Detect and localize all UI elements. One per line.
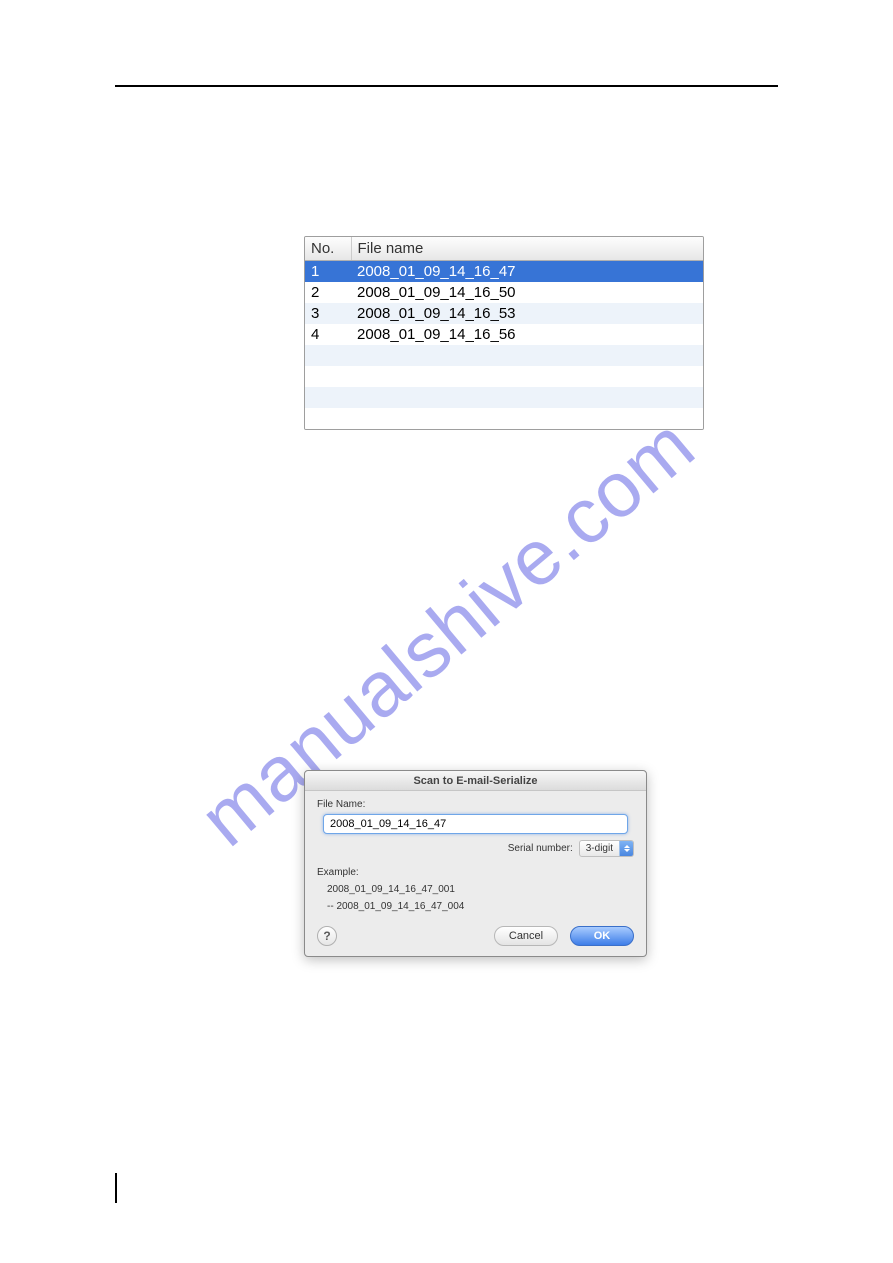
file-name-label: File Name: — [317, 799, 634, 810]
serial-number-label: Serial number: — [508, 843, 573, 854]
table-header-no: No. — [305, 237, 351, 261]
dialog-title: Scan to E-mail-Serialize — [305, 771, 646, 791]
table-cell-no: 2 — [305, 282, 351, 303]
table-row — [305, 345, 703, 366]
ok-button[interactable]: OK — [570, 926, 634, 946]
serialize-dialog: Scan to E-mail-Serialize File Name: Seri… — [304, 770, 647, 957]
serial-number-value: 3-digit — [586, 843, 619, 854]
file-name-input[interactable] — [323, 814, 628, 834]
table-row — [305, 366, 703, 387]
example-line-1: 2008_01_09_14_16_47_001 — [327, 884, 634, 895]
page-left-bar — [115, 1173, 117, 1203]
table-cell-no: 3 — [305, 303, 351, 324]
cancel-button[interactable]: Cancel — [494, 926, 558, 946]
table-row — [305, 387, 703, 408]
table-cell-filename: 2008_01_09_14_16_50 — [351, 282, 703, 303]
help-button[interactable]: ? — [317, 926, 337, 946]
table-cell-filename: 2008_01_09_14_16_56 — [351, 324, 703, 345]
table-header-filename: File name — [351, 237, 703, 261]
table-cell-no: 4 — [305, 324, 351, 345]
table-row[interactable]: 4 2008_01_09_14_16_56 — [305, 324, 703, 345]
select-stepper-icon — [619, 841, 633, 856]
example-line-2: -- 2008_01_09_14_16_47_004 — [327, 901, 634, 912]
file-list-table: No. File name 1 2008_01_09_14_16_47 2 20… — [304, 236, 704, 430]
serial-number-select[interactable]: 3-digit — [579, 840, 634, 857]
table-row[interactable]: 3 2008_01_09_14_16_53 — [305, 303, 703, 324]
example-label: Example: — [317, 867, 634, 878]
table-row[interactable]: 1 2008_01_09_14_16_47 — [305, 261, 703, 283]
table-cell-no: 1 — [305, 261, 351, 283]
table-cell-filename: 2008_01_09_14_16_53 — [351, 303, 703, 324]
table-row[interactable]: 2 2008_01_09_14_16_50 — [305, 282, 703, 303]
table-cell-filename: 2008_01_09_14_16_47 — [351, 261, 703, 283]
horizontal-rule — [115, 85, 778, 87]
table-row — [305, 408, 703, 429]
